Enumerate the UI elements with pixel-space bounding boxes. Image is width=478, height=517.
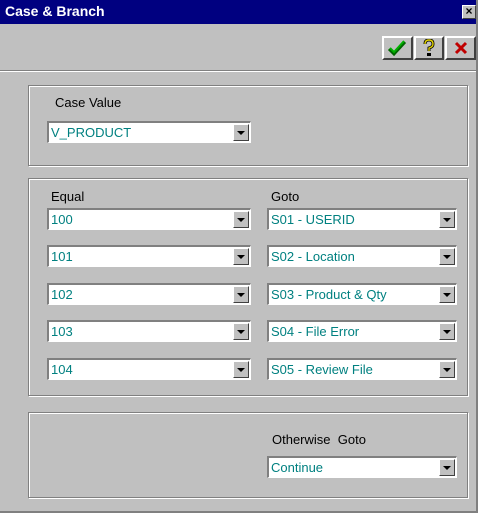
cancel-button[interactable]	[445, 36, 477, 60]
dropdown-arrow-icon[interactable]	[233, 361, 249, 378]
goto-header: Goto	[271, 189, 300, 204]
equal-dropdown-2[interactable]: 101	[47, 245, 251, 267]
checkmark-icon	[388, 40, 407, 57]
equal-dropdown-5[interactable]: 104	[47, 358, 251, 380]
equal-value: 104	[51, 362, 73, 377]
otherwise-goto-value: Continue	[271, 460, 324, 475]
otherwise-goto-label: Otherwise Goto	[272, 432, 366, 447]
equal-value: 100	[51, 212, 73, 227]
dropdown-arrow-icon[interactable]	[233, 211, 249, 228]
dropdown-arrow-icon[interactable]	[439, 248, 455, 265]
goto-dropdown-1[interactable]: S01 - USERID	[267, 208, 457, 230]
dropdown-arrow-icon[interactable]	[233, 124, 249, 141]
dropdown-arrow-icon[interactable]	[439, 459, 455, 476]
goto-value: S02 - Location	[271, 249, 355, 264]
otherwise-goto-dropdown[interactable]: Continue	[267, 456, 457, 478]
dropdown-arrow-icon[interactable]	[439, 211, 455, 228]
equal-value: 103	[51, 324, 73, 339]
dropdown-arrow-icon[interactable]	[439, 286, 455, 303]
title-bar[interactable]: Case & Branch ×	[0, 0, 476, 24]
goto-value: S05 - Review File	[271, 362, 373, 377]
x-icon	[454, 41, 467, 55]
goto-dropdown-4[interactable]: S04 - File Error	[267, 320, 457, 342]
dropdown-arrow-icon[interactable]	[233, 248, 249, 265]
question-icon	[423, 39, 435, 56]
window-title: Case & Branch	[5, 3, 105, 19]
equal-value: 102	[51, 287, 73, 302]
case-value-label: Case Value	[55, 95, 122, 110]
dropdown-arrow-icon[interactable]	[439, 323, 455, 340]
goto-dropdown-3[interactable]: S03 - Product & Qty	[267, 283, 457, 305]
goto-dropdown-2[interactable]: S02 - Location	[267, 245, 457, 267]
toolbar	[0, 24, 477, 71]
ok-button[interactable]	[382, 36, 413, 60]
equal-dropdown-3[interactable]: 102	[47, 283, 251, 305]
otherwise-group	[28, 412, 468, 498]
dropdown-arrow-icon[interactable]	[233, 323, 249, 340]
help-button[interactable]	[413, 36, 445, 60]
equal-dropdown-1[interactable]: 100	[47, 208, 251, 230]
goto-value: S03 - Product & Qty	[271, 287, 387, 302]
equal-value: 101	[51, 249, 73, 264]
goto-value: S04 - File Error	[271, 324, 360, 339]
goto-value: S01 - USERID	[271, 212, 355, 227]
close-button[interactable]: ×	[462, 5, 476, 19]
equal-header: Equal	[51, 189, 85, 204]
case-branch-dialog: Case & Branch × Case Value V_PRODUCT Equ…	[0, 0, 478, 513]
dropdown-arrow-icon[interactable]	[439, 361, 455, 378]
goto-dropdown-5[interactable]: S05 - Review File	[267, 358, 457, 380]
equal-dropdown-4[interactable]: 103	[47, 320, 251, 342]
case-value-dropdown[interactable]: V_PRODUCT	[47, 121, 251, 143]
dropdown-arrow-icon[interactable]	[233, 286, 249, 303]
case-value-text: V_PRODUCT	[51, 125, 132, 140]
